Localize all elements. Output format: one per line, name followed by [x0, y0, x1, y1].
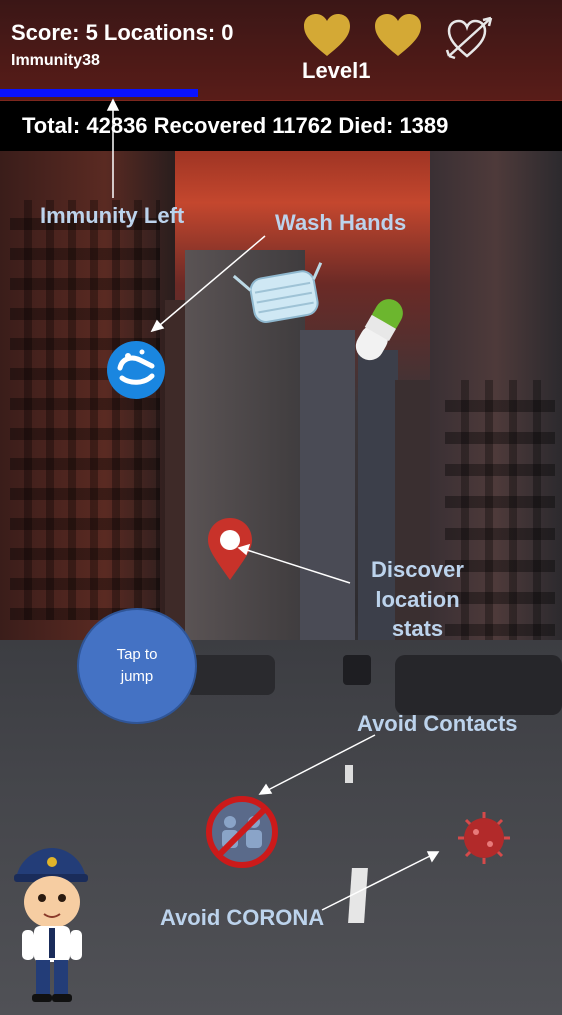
- jump-button-line2: jump: [120, 668, 154, 685]
- annotation-wash-hands: Wash Hands: [275, 210, 407, 235]
- wash-hands-icon[interactable]: [107, 341, 165, 399]
- annotation-discover: Discover location stats: [360, 555, 475, 644]
- tap-to-jump-button[interactable]: Tap to jump: [77, 608, 197, 724]
- annotation-discover-line1: Discover: [371, 557, 464, 582]
- no-contact-icon[interactable]: [206, 796, 278, 868]
- annotation-immunity-left: Immunity Left: [40, 203, 185, 228]
- annotation-avoid-corona: Avoid CORONA: [160, 905, 325, 930]
- police-character[interactable]: [14, 848, 88, 1002]
- annotation-discover-line2: location: [375, 586, 460, 612]
- pill-icon[interactable]: [351, 294, 408, 365]
- jump-button-label: Tap to jump: [117, 644, 158, 689]
- coronavirus-icon[interactable]: [458, 812, 510, 864]
- annotation-avoid-contacts: Avoid Contacts: [357, 711, 518, 736]
- game-items-layer: [14, 98, 510, 1002]
- annotation-discover-line3: stats: [391, 616, 444, 642]
- mask-icon[interactable]: [232, 261, 330, 327]
- jump-button-line1: Tap to: [116, 645, 158, 663]
